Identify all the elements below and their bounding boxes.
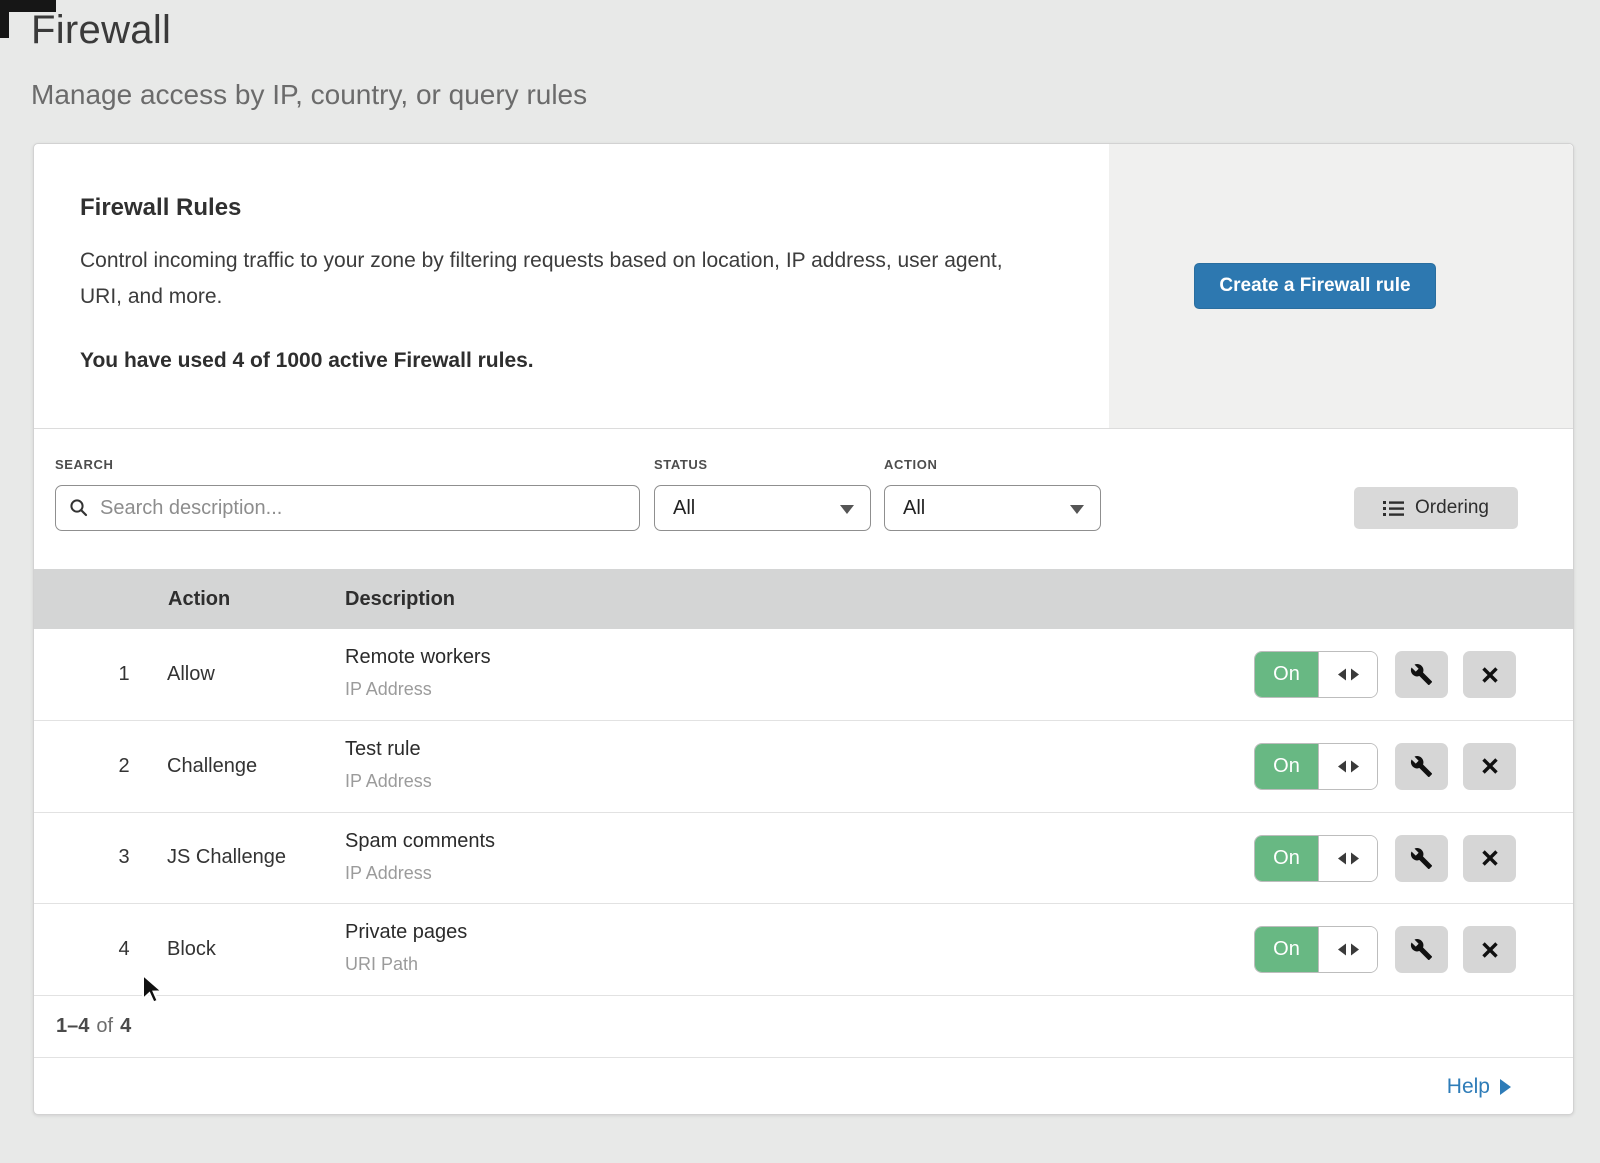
action-select-value: All bbox=[903, 497, 925, 520]
help-bar: Help bbox=[34, 1057, 1573, 1115]
left-right-arrows-icon[interactable] bbox=[1319, 927, 1377, 972]
rule-match-type: URI Path bbox=[345, 952, 467, 976]
list-lines-icon bbox=[1383, 500, 1404, 517]
edit-rule-button[interactable] bbox=[1395, 743, 1448, 790]
toggle-on-segment[interactable]: On bbox=[1255, 927, 1319, 972]
usage-note: You have used 4 of 1000 active Firewall … bbox=[80, 349, 1054, 373]
toggle-on-segment[interactable]: On bbox=[1255, 652, 1319, 697]
wrench-icon bbox=[1410, 847, 1433, 870]
hero-title: Firewall Rules bbox=[80, 194, 1054, 222]
ordering-button-label: Ordering bbox=[1415, 497, 1489, 519]
rule-action: JS Challenge bbox=[167, 813, 286, 904]
rule-row: 3 JS Challenge Spam comments IP Address … bbox=[34, 812, 1573, 904]
rule-action: Allow bbox=[167, 629, 215, 720]
rule-match-type: IP Address bbox=[345, 861, 495, 885]
status-label: STATUS bbox=[654, 457, 871, 472]
rules-table-body: 1 Allow Remote workers IP Address On 2 C… bbox=[34, 629, 1573, 995]
help-link[interactable]: Help bbox=[1447, 1075, 1511, 1099]
hero-description: Control incoming traffic to your zone by… bbox=[80, 243, 1040, 315]
toggle-on-segment[interactable]: On bbox=[1255, 836, 1319, 881]
search-icon bbox=[69, 498, 88, 522]
rule-priority: 3 bbox=[102, 813, 146, 904]
rule-description-block: Remote workers IP Address bbox=[345, 644, 491, 701]
delete-rule-button[interactable] bbox=[1463, 835, 1516, 882]
rule-action: Challenge bbox=[167, 721, 257, 812]
rule-row: 4 Block Private pages URI Path On bbox=[34, 903, 1573, 995]
x-icon bbox=[1481, 941, 1499, 959]
firewall-rules-card: Firewall Rules Control incoming traffic … bbox=[33, 143, 1574, 1115]
hero-section: Firewall Rules Control incoming traffic … bbox=[34, 144, 1573, 429]
page-title: Firewall bbox=[31, 8, 171, 53]
help-link-label: Help bbox=[1447, 1075, 1490, 1099]
pagination: 1–4 of 4 bbox=[34, 995, 1573, 1057]
toggle-on-segment[interactable]: On bbox=[1255, 744, 1319, 789]
left-right-arrows-icon[interactable] bbox=[1319, 836, 1377, 881]
create-rule-panel: Create a Firewall rule bbox=[1109, 144, 1573, 428]
action-select[interactable]: All bbox=[884, 485, 1101, 531]
rule-toggle[interactable]: On bbox=[1254, 926, 1378, 973]
rule-match-type: IP Address bbox=[345, 677, 491, 701]
chevron-down-icon bbox=[840, 505, 854, 514]
action-label: ACTION bbox=[884, 457, 1101, 472]
delete-rule-button[interactable] bbox=[1463, 926, 1516, 973]
x-icon bbox=[1481, 849, 1499, 867]
pagination-total: 4 bbox=[120, 1015, 131, 1038]
delete-rule-button[interactable] bbox=[1463, 651, 1516, 698]
rule-row: 1 Allow Remote workers IP Address On bbox=[34, 629, 1573, 720]
edit-rule-button[interactable] bbox=[1395, 926, 1448, 973]
x-icon bbox=[1481, 666, 1499, 684]
x-icon bbox=[1481, 757, 1499, 775]
search-label: SEARCH bbox=[55, 457, 640, 472]
rule-description: Spam comments bbox=[345, 828, 495, 854]
rule-priority: 4 bbox=[102, 904, 146, 995]
wrench-icon bbox=[1410, 663, 1433, 686]
rule-description-block: Spam comments IP Address bbox=[345, 828, 495, 885]
chevron-down-icon bbox=[1070, 505, 1084, 514]
rule-match-type: IP Address bbox=[345, 769, 432, 793]
status-select[interactable]: All bbox=[654, 485, 871, 531]
column-header-description: Description bbox=[345, 569, 455, 629]
rule-description-block: Test rule IP Address bbox=[345, 736, 432, 793]
rule-description: Remote workers bbox=[345, 644, 491, 670]
rule-toggle[interactable]: On bbox=[1254, 651, 1378, 698]
left-right-arrows-icon[interactable] bbox=[1319, 744, 1377, 789]
column-header-action: Action bbox=[168, 569, 230, 629]
caret-right-icon bbox=[1500, 1079, 1511, 1095]
wrench-icon bbox=[1410, 938, 1433, 961]
left-right-arrows-icon[interactable] bbox=[1319, 652, 1377, 697]
rule-toggle[interactable]: On bbox=[1254, 743, 1378, 790]
rule-description: Private pages bbox=[345, 919, 467, 945]
page-subtitle: Manage access by IP, country, or query r… bbox=[31, 79, 587, 111]
pagination-of-label: of bbox=[96, 1015, 113, 1038]
search-input[interactable] bbox=[55, 485, 640, 531]
rule-description: Test rule bbox=[345, 736, 432, 762]
delete-rule-button[interactable] bbox=[1463, 743, 1516, 790]
status-select-value: All bbox=[673, 497, 695, 520]
rule-row: 2 Challenge Test rule IP Address On bbox=[34, 720, 1573, 812]
wrench-icon bbox=[1410, 755, 1433, 778]
rule-toggle[interactable]: On bbox=[1254, 835, 1378, 882]
edit-rule-button[interactable] bbox=[1395, 651, 1448, 698]
rule-description-block: Private pages URI Path bbox=[345, 919, 467, 976]
create-firewall-rule-button[interactable]: Create a Firewall rule bbox=[1194, 263, 1435, 309]
pagination-range: 1–4 bbox=[56, 1015, 89, 1038]
rule-priority: 1 bbox=[102, 629, 146, 720]
rule-priority: 2 bbox=[102, 721, 146, 812]
rule-action: Block bbox=[167, 904, 216, 995]
filters-bar: SEARCH STATUS All ACTION All bbox=[34, 429, 1573, 569]
edit-rule-button[interactable] bbox=[1395, 835, 1448, 882]
window-edge-left bbox=[0, 0, 9, 38]
ordering-button[interactable]: Ordering bbox=[1354, 487, 1518, 529]
table-header: Action Description bbox=[34, 569, 1573, 629]
